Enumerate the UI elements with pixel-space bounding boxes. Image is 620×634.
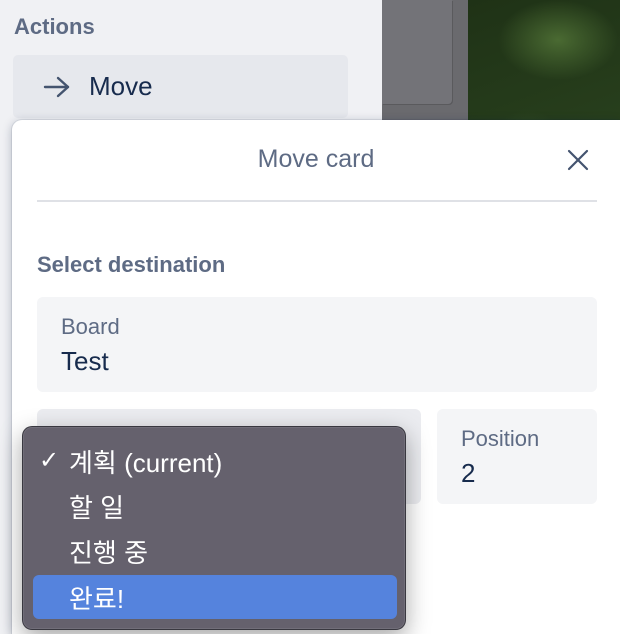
card-edge: [382, 0, 452, 104]
list-option-label: 진행 중: [69, 537, 148, 568]
list-option-current[interactable]: ✓ 계획 (current): [33, 439, 397, 483]
board-field-value: Test: [61, 346, 109, 376]
close-button[interactable]: [560, 144, 596, 180]
header-divider: [37, 200, 597, 202]
move-button[interactable]: Move: [13, 55, 348, 118]
actions-heading: Actions: [14, 14, 95, 39]
position-select[interactable]: Position 2: [437, 409, 597, 504]
list-option-label: 할 일: [69, 492, 125, 523]
list-option[interactable]: 할 일: [33, 484, 397, 528]
list-option-label: 계획 (current): [69, 447, 223, 478]
select-destination-label: Select destination: [37, 252, 226, 277]
board-select[interactable]: Board Test: [37, 297, 597, 392]
position-field-value: 2: [461, 458, 476, 488]
list-dropdown-menu: ✓ 계획 (current) 할 일 진행 중 완료!: [22, 426, 406, 630]
list-option-highlighted[interactable]: 완료!: [33, 575, 397, 619]
checkmark-icon: ✓: [39, 447, 60, 474]
list-option-label: 완료!: [69, 583, 125, 614]
move-button-label: Move: [89, 71, 153, 101]
close-icon: [567, 149, 589, 176]
popover-title: Move card: [257, 145, 375, 173]
position-field-label: Position: [461, 426, 540, 451]
board-field-label: Board: [61, 314, 120, 339]
arrow-right-icon: [43, 75, 71, 99]
list-option[interactable]: 진행 중: [33, 529, 397, 573]
